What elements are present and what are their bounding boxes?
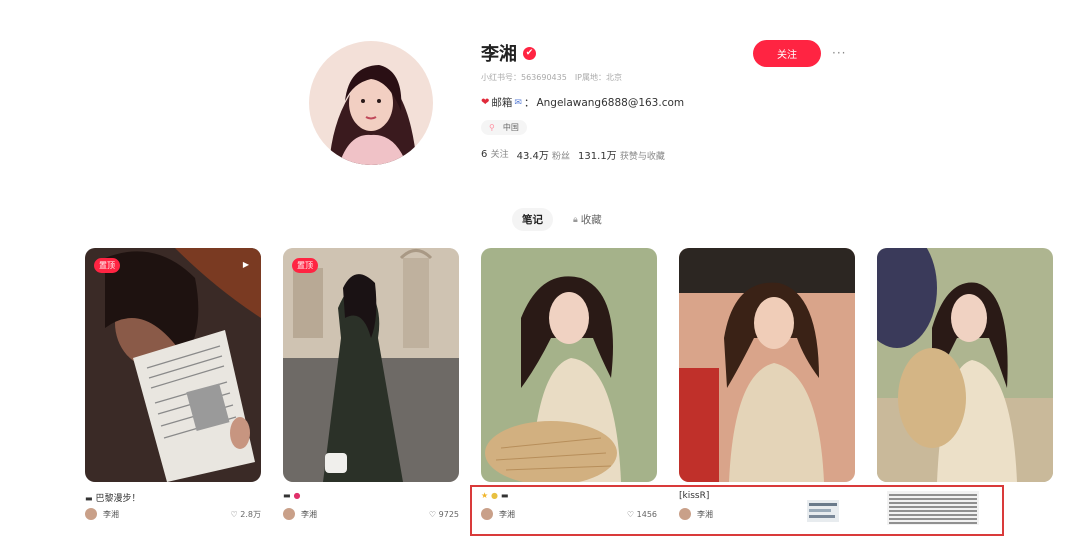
followers-stat[interactable]: 43.4万 粉丝 [517,147,570,162]
tab-collections[interactable]: 🔒︎ 收藏 [563,208,612,231]
ip-location: IP属地：北京 [574,73,622,82]
profile-avatar [309,41,433,165]
note-card[interactable]: [kissR] 李湘 [679,248,855,520]
profile-info: 李湘 ✔ 小红书号：563690435 IP属地：北京 ❤ 邮箱 ✉ ： Ang… [481,40,741,162]
redbook-id: 小红书号：563690435 [481,73,567,82]
note-cover[interactable] [679,248,855,482]
pinned-badge: 置顶 [94,258,120,273]
tab-notes-label: 笔记 [522,214,543,226]
note-card[interactable]: 置顶 ▶ ▬ 巴黎漫步！ 李湘 ♡ 2.8万 [85,248,261,520]
id-row: 小红书号：563690435 IP属地：北京 [481,72,741,83]
email-label: 邮箱 [491,97,513,109]
note-card[interactable] [877,248,1053,482]
profile-tabs: 笔记 🔒︎ 收藏 [512,208,612,231]
following-count: 6 [481,149,488,160]
tab-notes[interactable]: 笔记 [512,208,553,231]
author-avatar [283,508,295,520]
colon: ： [523,97,535,109]
like-count[interactable]: ♡ 2.8万 [231,509,261,520]
heart-outline-icon: ♡ [230,509,238,519]
author-avatar [85,508,97,520]
kiss-emoji-icon: ● [293,491,301,500]
note-author[interactable]: 李湘 [283,508,317,520]
heart-icon: ❤ [481,97,490,108]
note-author[interactable]: 李湘 [85,508,119,520]
note-footer: 李湘 ♡ 2.8万 [85,508,261,520]
followers-count: 43.4万 [516,151,549,162]
flag-icon: ▬ [283,491,291,500]
more-dots-icon[interactable]: ··· [832,46,846,60]
note-cover[interactable] [481,248,657,482]
note-footer: 李湘 ♡ 9725 [283,508,459,520]
lock-icon: 🔒︎ [573,214,578,225]
heart-outline-icon: ♡ [428,509,437,519]
profile-name: 李湘 [481,44,517,65]
note-cover[interactable] [877,248,1053,482]
note-title-row: ▬ 巴黎漫步！ [85,491,261,504]
mail-icon: ✉ [514,97,522,108]
video-play-icon: ▶ [242,260,249,269]
name-row: 李湘 ✔ [481,40,741,66]
like-count[interactable]: ♡ 9725 [429,510,459,519]
follow-button[interactable]: 关注 [753,40,821,67]
note-card[interactable]: ★ ● ▬ 李湘 ♡ 1456 [481,248,657,520]
verified-icon: ✔ [523,46,536,60]
email-text: Angelawang6888@163.com [536,96,685,109]
author-name: 李湘 [103,509,119,519]
note-cover[interactable]: 置顶 ▶ [85,248,261,482]
note-title: 巴黎漫步！ [95,494,141,504]
following-label: 关注 [490,150,509,160]
author-name: 李湘 [301,509,317,519]
email-row: ❤ 邮箱 ✉ ： Angelawang6888@163.com [481,95,741,110]
like-number: 9725 [438,509,459,519]
likes-label: 获赞与收藏 [619,152,665,162]
flag-icon: ▬ [85,494,93,503]
following-stat[interactable]: 6 关注 [481,147,509,162]
stats-row: 6 关注 43.4万 粉丝 131.1万 获赞与收藏 [481,147,741,162]
location-pin-icon: ⚲ [489,123,495,132]
highlight-box [470,485,1004,536]
like-number: 2.8万 [240,509,261,519]
followers-label: 粉丝 [552,152,571,162]
likes-count: 131.1万 [578,151,617,162]
location-tag: ⚲ 中国 [481,120,527,135]
note-card[interactable]: 置顶 ▬ ● 李湘 ♡ 9725 [283,248,459,520]
note-cover[interactable]: 置顶 [283,248,459,482]
pinned-badge: 置顶 [292,258,318,273]
likes-stat: 131.1万 获赞与收藏 [578,147,665,162]
location-text: 中国 [502,123,519,132]
tab-collections-label: 收藏 [580,214,602,226]
note-title-row: ▬ ● [283,491,459,503]
